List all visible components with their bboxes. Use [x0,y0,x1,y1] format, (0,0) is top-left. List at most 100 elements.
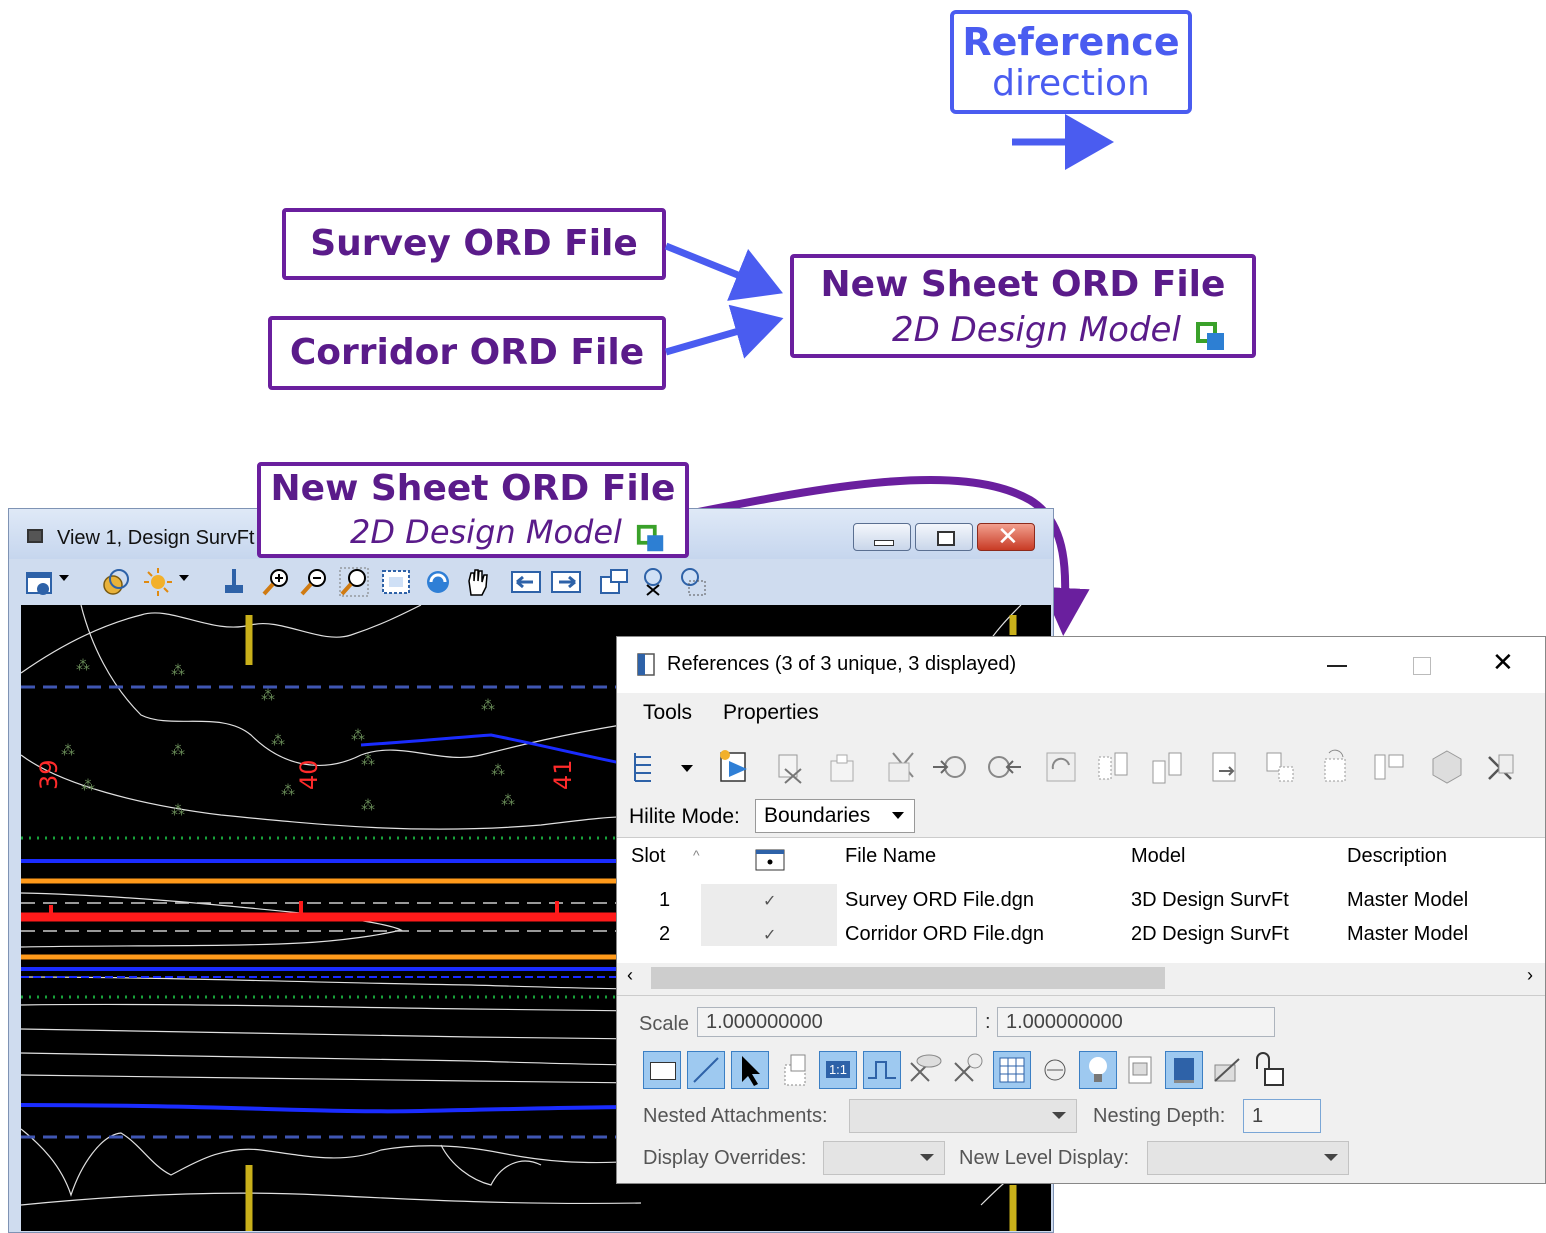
svg-text:⁂: ⁂ [361,798,375,814]
row-description: Master Model [1347,923,1469,945]
scroll-left-icon[interactable]: ‹ [627,965,633,986]
display-column-icon[interactable] [755,849,785,871]
column-header-file-name[interactable]: File Name [845,845,936,868]
scroll-right-icon[interactable]: › [1527,965,1533,986]
menu-tools[interactable]: Tools [643,701,692,725]
zoom-in-icon[interactable] [261,567,291,597]
lighting-icon[interactable] [143,567,173,597]
row-display-check[interactable]: ✓ [763,925,776,945]
ignore-raster-icon[interactable] [949,1051,989,1089]
detach-icon[interactable] [771,747,811,787]
print-icon[interactable] [1123,1051,1159,1089]
clip-boundary-icon[interactable] [1205,747,1245,787]
reload-icon[interactable] [823,747,863,787]
hilite-mode-value: Boundaries [764,804,871,827]
locate-toggle-icon[interactable] [731,1051,769,1089]
ignore-attachment-icon[interactable] [905,1051,945,1089]
attach-reference-icon[interactable] [715,747,755,787]
minimize-button[interactable] [1317,651,1357,681]
scale-separator: : [985,1011,991,1033]
menu-properties[interactable]: Properties [723,701,819,725]
svg-text:⁂: ⁂ [361,753,375,769]
svg-text:⁂: ⁂ [81,778,95,794]
detach-all-icon[interactable] [1481,747,1521,787]
svg-text:⁂: ⁂ [281,783,295,799]
list-view-icon[interactable] [631,747,671,787]
display-raster-icon[interactable] [993,1051,1031,1089]
next-view-icon[interactable] [551,567,581,597]
divider [617,995,1545,996]
display-toggle-icon[interactable] [643,1051,681,1089]
row-slot: 1 [659,889,671,911]
column-header-model[interactable]: Model [1131,845,1185,868]
scale-line-styles-icon[interactable] [863,1051,901,1089]
svg-text:⁂: ⁂ [351,728,365,744]
fit-view-icon[interactable] [381,567,411,597]
clip-volume-icon[interactable] [639,567,669,597]
use-lights-icon[interactable] [1079,1051,1117,1089]
exchange-icon[interactable] [883,747,923,787]
true-scale-icon[interactable]: 1:1 [819,1051,857,1089]
svg-text:⁂: ⁂ [481,698,495,714]
clip-mask-icon[interactable] [677,567,707,597]
scale-input-1[interactable]: 1.000000000 [697,1007,977,1037]
view-attributes-icon[interactable] [25,567,55,597]
svg-text:⁂: ⁂ [261,688,275,704]
new-level-display-select[interactable] [1147,1141,1349,1175]
row-description: Master Model [1347,889,1469,911]
row-file-name: Corridor ORD File.dgn [845,923,1044,945]
maximize-button[interactable] [1401,651,1441,681]
clip-front-icon[interactable] [1369,747,1409,787]
chevron-down-icon[interactable] [59,575,69,581]
copy-icon[interactable] [983,747,1023,787]
treat-as-element-icon[interactable] [1037,1051,1073,1089]
unlock-icon[interactable] [1251,1051,1291,1089]
scrollbar-thumb[interactable] [651,967,1165,989]
row-display-check[interactable]: ✓ [763,891,776,911]
nesting-depth-label: Nesting Depth: [1093,1105,1226,1127]
settings-toolbar: 1:1 [643,1051,1284,1091]
display-style-icon[interactable] [101,567,131,597]
close-button[interactable]: ✕ [977,522,1035,552]
maximize-button[interactable] [915,523,973,551]
display-overrides-select[interactable] [823,1141,945,1175]
snap-toggle-icon[interactable] [687,1051,725,1089]
view-window-icon [27,529,43,543]
delete-clip-icon[interactable] [1315,747,1355,787]
update-view-icon[interactable] [219,567,249,597]
column-header-description[interactable]: Description [1347,845,1447,868]
maximize-icon [1413,657,1431,675]
close-icon: ✕ [997,522,1019,552]
rotate-icon[interactable] [1041,747,1081,787]
column-header-slot[interactable]: Slot [631,845,665,868]
nested-attachments-select[interactable] [849,1099,1077,1133]
clip-back-icon[interactable] [1427,747,1467,787]
mirror-horizontal-icon[interactable] [1093,747,1133,787]
horizontal-scrollbar[interactable]: ‹ › [617,963,1545,991]
hilite-mode-select[interactable]: Boundaries [755,799,915,833]
svg-text:⁂: ⁂ [271,733,285,749]
clip-mask-icon[interactable] [1259,747,1299,787]
close-icon: ✕ [1492,647,1514,677]
chevron-down-icon[interactable] [681,765,693,772]
previous-view-icon[interactable] [511,567,541,597]
rotate-view-icon[interactable] [423,567,453,597]
window-area-icon[interactable] [339,567,369,597]
nesting-depth-input[interactable]: 1 [1243,1099,1321,1133]
hilite-mode-label: Hilite Mode: [629,805,740,828]
chevron-down-icon[interactable] [179,575,189,581]
pan-view-icon[interactable] [463,567,493,597]
lock-ref-icon[interactable] [777,1051,813,1089]
references-app-icon [637,653,655,676]
mirror-vertical-icon[interactable] [1147,747,1187,787]
zoom-out-icon[interactable] [299,567,329,597]
new-sheet-title-2: New Sheet ORD File [270,468,676,509]
minimize-button[interactable] [853,523,911,551]
scale-input-2[interactable]: 1.000000000 [997,1007,1275,1037]
hide-icon[interactable] [1209,1051,1245,1089]
level-display-icon[interactable] [1165,1051,1203,1089]
close-button[interactable]: ✕ [1483,647,1523,683]
move-icon[interactable] [931,747,971,787]
copy-view-icon[interactable] [599,567,629,597]
minimize-icon [1327,665,1347,667]
